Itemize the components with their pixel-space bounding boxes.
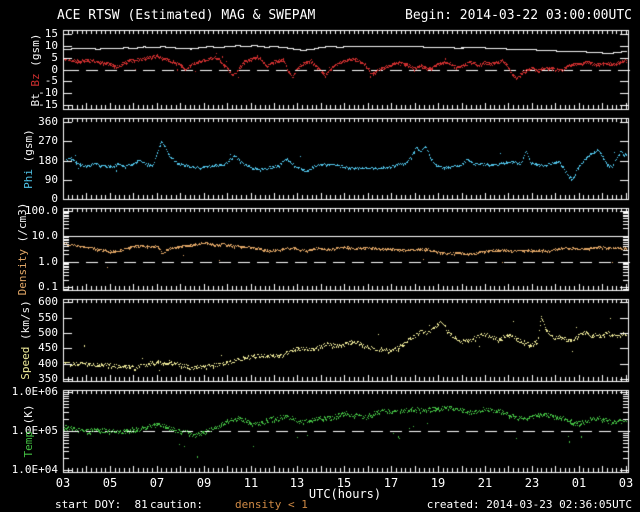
y-axis-label-part: (/cm3)	[16, 202, 29, 249]
x-tick-label: 23	[524, 476, 540, 490]
y-tick-label-density: 10.0	[31, 229, 59, 242]
x-tick-label: 17	[383, 476, 399, 490]
x-tick-label: 03	[618, 476, 634, 490]
x-tick-label: 21	[477, 476, 493, 490]
x-tick-label: 13	[289, 476, 305, 490]
footer-caution-label: caution:	[150, 498, 203, 511]
ace-rtsw-plot: ACE RTSW (Estimated) MAG & SWEPAM Begin:…	[0, 0, 640, 512]
y-axis-label-temp: Temp (K)	[22, 351, 37, 511]
x-tick-label: 09	[196, 476, 212, 490]
y-tick-label-density: 100.0	[24, 204, 58, 217]
footer-caution-value: density < 1	[235, 498, 308, 511]
x-tick-label: 05	[102, 476, 118, 490]
footer-start-doy: start DOY: 81	[55, 498, 148, 511]
x-tick-label: 01	[571, 476, 587, 490]
x-tick-label: 07	[149, 476, 165, 490]
plot-canvas	[0, 0, 640, 512]
y-axis-label-part: Temp	[22, 431, 35, 458]
y-axis-label-part: (gsm)	[22, 128, 35, 169]
x-tick-label: 11	[243, 476, 259, 490]
x-tick-label: 15	[336, 476, 352, 490]
begin-timestamp: Begin: 2014-03-22 03:00:00UTC	[405, 8, 632, 23]
plot-title: ACE RTSW (Estimated) MAG & SWEPAM	[57, 8, 316, 23]
y-axis-label-part: (km/s)	[19, 300, 32, 347]
x-tick-label: 03	[55, 476, 71, 490]
y-axis-label-part: (gsm)	[29, 33, 42, 73]
footer-created: created: 2014-03-23 02:36:05UTC	[426, 498, 632, 511]
y-axis-label-part: (K)	[22, 404, 35, 431]
x-tick-label: 19	[430, 476, 446, 490]
